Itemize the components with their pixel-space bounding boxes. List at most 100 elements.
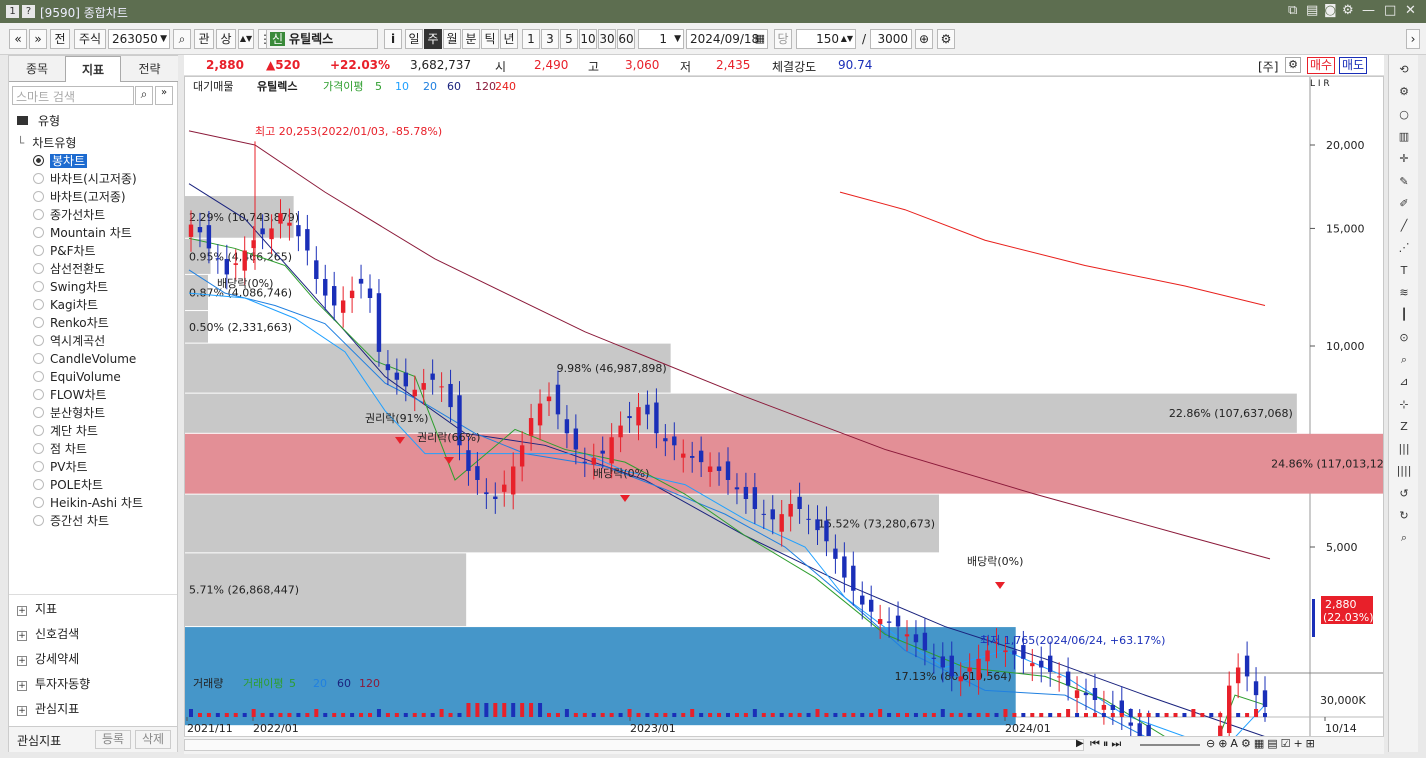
- count-input[interactable]: 150 ▲▼: [796, 29, 856, 49]
- minimize-icon[interactable]: —: [1362, 3, 1375, 18]
- interval-10-button[interactable]: 10: [579, 29, 597, 49]
- horizontal-scrollbar[interactable]: [184, 739, 1084, 751]
- info-icon[interactable]: i: [384, 29, 402, 49]
- sell-button[interactable]: 매도: [1339, 57, 1367, 74]
- zoom-icon[interactable]: ⊕: [915, 29, 933, 49]
- redo-icon[interactable]: ↻: [1395, 507, 1413, 525]
- radio-icon[interactable]: [33, 371, 44, 382]
- maximize-icon[interactable]: □: [1384, 3, 1396, 18]
- price-chart[interactable]: 2.29% (10,743,879)0.95% (4,466,265)0.87%…: [185, 77, 1383, 739]
- top-button[interactable]: 상: [216, 29, 236, 49]
- chart-type-item[interactable]: 삼선전환도: [33, 260, 105, 278]
- interval-60-button[interactable]: 60: [617, 29, 635, 49]
- group-item[interactable]: + 투자자동향: [17, 675, 90, 693]
- group-item[interactable]: + 관심지표: [17, 700, 79, 718]
- radio-icon[interactable]: [33, 335, 44, 346]
- chart-type-item[interactable]: 바차트(고저종): [33, 188, 126, 206]
- magnet-icon[interactable]: ⊹: [1395, 396, 1413, 414]
- current-button[interactable]: 당: [774, 29, 792, 49]
- radio-icon[interactable]: [33, 263, 44, 274]
- chart-type-item[interactable]: Heikin-Ashi 차트: [33, 494, 143, 512]
- tab-stock[interactable]: 종목: [9, 56, 65, 82]
- section-type[interactable]: 유형: [17, 112, 60, 130]
- interval-1-button[interactable]: 1: [522, 29, 540, 49]
- chart-type-item[interactable]: 역시계곡선: [33, 332, 105, 350]
- chart-type-item[interactable]: FLOW차트: [33, 386, 107, 404]
- settings-icon[interactable]: ⚙: [1342, 3, 1354, 18]
- lens-icon[interactable]: ⌕: [1395, 351, 1413, 369]
- expand-icon[interactable]: +: [17, 606, 27, 616]
- scroll-right-icon[interactable]: ▶: [1076, 738, 1084, 749]
- stock-name-field[interactable]: 신 유틸렉스: [266, 29, 378, 49]
- radio-icon[interactable]: [33, 497, 44, 508]
- gear-icon[interactable]: ⚙: [937, 29, 955, 49]
- chart-type-item[interactable]: 바차트(시고저종): [33, 170, 137, 188]
- auto-icon[interactable]: ⋰: [1395, 239, 1413, 257]
- group-item[interactable]: + 강세약세: [17, 650, 79, 668]
- fibo-icon[interactable]: ≋: [1395, 284, 1413, 302]
- period-minute-button[interactable]: 분: [462, 29, 480, 49]
- zoom-icon[interactable]: ⊙: [1395, 329, 1413, 347]
- layout-icon[interactable]: ▤: [1306, 3, 1318, 18]
- radio-icon[interactable]: [33, 389, 44, 400]
- watch-button[interactable]: 관: [194, 29, 214, 49]
- chart-type-item[interactable]: 계단 차트: [33, 422, 98, 440]
- expand-icon[interactable]: »: [155, 86, 173, 105]
- all-button[interactable]: 전: [50, 29, 70, 49]
- radio-icon[interactable]: [33, 281, 44, 292]
- radio-icon[interactable]: [33, 443, 44, 454]
- pen-icon[interactable]: ✎: [1395, 173, 1413, 191]
- radio-icon[interactable]: [33, 353, 44, 364]
- radio-icon[interactable]: [33, 479, 44, 490]
- radio-icon[interactable]: [33, 155, 44, 166]
- chart-type-item[interactable]: Renko차트: [33, 314, 109, 332]
- radio-icon[interactable]: [33, 227, 44, 238]
- circle-icon[interactable]: ○: [1395, 106, 1413, 124]
- refresh-icon[interactable]: ⟲: [1395, 61, 1413, 79]
- expand-icon[interactable]: +: [17, 631, 27, 641]
- radio-icon[interactable]: [33, 299, 44, 310]
- help-icon[interactable]: ?: [22, 5, 35, 18]
- camera-icon[interactable]: ◙: [1324, 3, 1337, 18]
- scroll-right-icon[interactable]: ›: [1406, 29, 1420, 49]
- interval-30-button[interactable]: 30: [598, 29, 616, 49]
- group-item[interactable]: + 신호검색: [17, 625, 79, 643]
- bar-chart-icon[interactable]: ▥: [1395, 128, 1413, 146]
- radio-icon[interactable]: [33, 245, 44, 256]
- interval-input[interactable]: 1 ▼: [638, 29, 684, 49]
- next-stock-button[interactable]: »: [29, 29, 47, 49]
- chart-type-item[interactable]: 점 차트: [33, 440, 87, 458]
- radio-icon[interactable]: [33, 317, 44, 328]
- subsection-chart-type[interactable]: └ 차트유형: [17, 134, 76, 152]
- period-year-button[interactable]: 년: [500, 29, 518, 49]
- close-icon[interactable]: ✕: [1405, 3, 1416, 18]
- candle-icon[interactable]: ┃: [1395, 306, 1413, 324]
- updown-stepper-icon[interactable]: ▲▼: [238, 29, 254, 49]
- lines-icon[interactable]: |||: [1395, 440, 1413, 458]
- chart-type-item[interactable]: 분산형차트: [33, 404, 105, 422]
- expand-icon[interactable]: +: [17, 681, 27, 691]
- date-input[interactable]: 2024/09/18 ▦: [686, 29, 768, 49]
- chart-type-item[interactable]: 종가선차트: [33, 206, 105, 224]
- zoom-buttons-icon[interactable]: ⊖⊕A⚙▦▤☑+⊞: [1206, 737, 1318, 750]
- buy-button[interactable]: 매수: [1307, 57, 1335, 74]
- radio-icon[interactable]: [33, 425, 44, 436]
- chart-type-item[interactable]: EquiVolume: [33, 368, 121, 386]
- radio-icon[interactable]: [33, 461, 44, 472]
- tab-strategy[interactable]: 전략: [121, 56, 178, 82]
- stock-code-input[interactable]: 263050 ▼: [108, 29, 170, 49]
- zoom-slider[interactable]: [1140, 744, 1200, 746]
- prev-stock-button[interactable]: «: [9, 29, 27, 49]
- gear-icon[interactable]: ⚙: [1285, 57, 1301, 73]
- chart-type-item[interactable]: 증간선 차트: [33, 512, 109, 530]
- chart-type-item[interactable]: Kagi차트: [33, 296, 98, 314]
- stock-type-select[interactable]: 주식: [74, 29, 106, 49]
- chart-type-item[interactable]: PV차트: [33, 458, 88, 476]
- undo-icon[interactable]: ↺: [1395, 485, 1413, 503]
- pen2-icon[interactable]: ✐: [1395, 195, 1413, 213]
- search-icon[interactable]: ⌕: [173, 29, 191, 49]
- bottom-scroll-bar[interactable]: ▶ ⏮⏸⏭ ⊖⊕A⚙▦▤☑+⊞: [184, 736, 1384, 754]
- window-number-badge[interactable]: 1: [6, 5, 19, 18]
- radio-icon[interactable]: [33, 407, 44, 418]
- text-icon[interactable]: T: [1395, 262, 1413, 280]
